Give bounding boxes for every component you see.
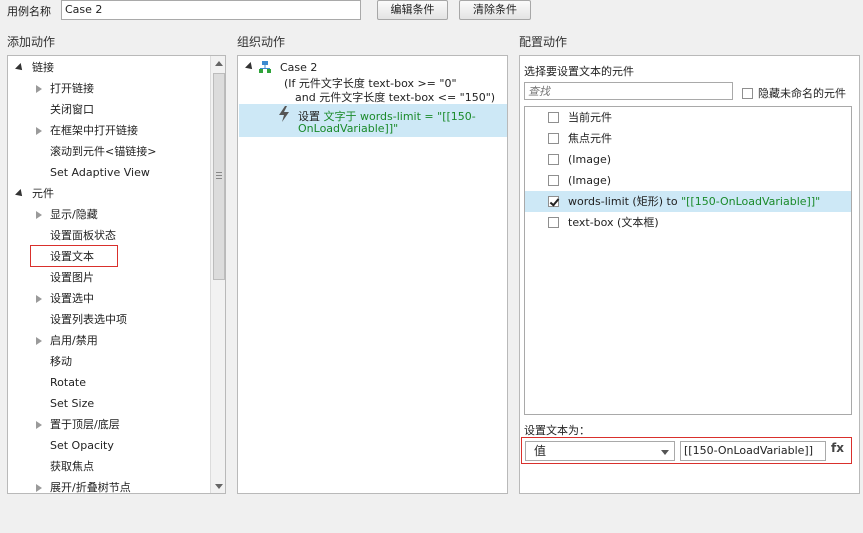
- expand-icon[interactable]: [36, 421, 42, 429]
- select-widget-label: 选择要设置文本的元件: [524, 65, 634, 78]
- widget-checkbox[interactable]: [548, 133, 559, 144]
- tree-item-label: 链接: [32, 61, 54, 74]
- widget-checkbox[interactable]: [548, 217, 559, 228]
- widget-row[interactable]: (Image): [525, 170, 851, 191]
- action-detail-line2: OnLoadVariable]]": [298, 122, 399, 135]
- selected-item-highlight: [30, 245, 118, 267]
- configure-action-title: 配置动作: [519, 35, 568, 49]
- configure-action-panel: 选择要设置文本的元件 隐藏未命名的元件 当前元件焦点元件 (Image) (Imag…: [519, 55, 860, 494]
- widget-label: (Image): [568, 174, 612, 187]
- widget-row[interactable]: 当前元件: [525, 107, 851, 128]
- widget-label: (Image): [568, 153, 612, 166]
- tree-item-label: 启用/禁用: [50, 334, 98, 347]
- organize-action-panel: Case 2 (If 元件文字长度 text-box >= "0" and 元件…: [237, 55, 508, 494]
- expand-icon[interactable]: [36, 337, 42, 345]
- tree-item-label: 关闭窗口: [50, 103, 94, 116]
- scroll-down-arrow-icon[interactable]: [215, 484, 223, 489]
- add-action-panel: 链接打开链接关闭窗口在框架中打开链接滚动到元件<锚链接> Set Adaptive…: [7, 55, 226, 494]
- case-condition-line2: and 元件文字长度 text-box <= "150"): [295, 91, 496, 104]
- case-name-input[interactable]: Case 2: [61, 0, 361, 20]
- value-type-text: 值: [534, 444, 547, 458]
- case-name-label: 用例名称: [7, 5, 51, 18]
- tree-item-label: Set Adaptive View: [50, 166, 150, 179]
- value-type-select[interactable]: 值: [525, 441, 675, 461]
- tree-item-label: 设置列表选中项: [50, 313, 127, 326]
- tree-item-label: 设置图片: [50, 271, 94, 284]
- edit-condition-button[interactable]: 编辑条件: [377, 0, 448, 20]
- widget-label: 焦点元件: [568, 132, 612, 145]
- scroll-up-arrow-icon[interactable]: [215, 61, 223, 66]
- clear-condition-button[interactable]: 清除条件: [459, 0, 531, 20]
- organize-action-title: 组织动作: [237, 35, 286, 49]
- widget-checkbox[interactable]: [548, 196, 559, 207]
- action-tree: 链接打开链接关闭窗口在框架中打开链接滚动到元件<锚链接> Set Adaptive…: [8, 56, 210, 493]
- expand-icon[interactable]: [36, 295, 42, 303]
- expand-icon[interactable]: [36, 85, 42, 93]
- widget-checkbox[interactable]: [548, 175, 559, 186]
- hide-unnamed-checkbox[interactable]: [742, 87, 753, 99]
- tree-item-label: 显示/隐藏: [50, 208, 98, 221]
- widget-label: text-box (文本框): [568, 216, 659, 229]
- widget-checkbox[interactable]: [548, 112, 559, 123]
- tree-item-label: 打开链接: [50, 82, 94, 95]
- widget-row[interactable]: words-limit (矩形) to "[[150-OnLoadVariabl…: [525, 191, 851, 212]
- case-icon: [258, 60, 272, 74]
- value-input[interactable]: [[150-OnLoadVariable]]: [680, 441, 826, 461]
- tree-item-label: 设置选中: [50, 292, 94, 305]
- widget-label: words-limit (矩形) to "[[150-OnLoadVariabl…: [568, 191, 820, 212]
- lightning-icon: [277, 106, 291, 122]
- add-action-title: 添加动作: [7, 35, 56, 49]
- tree-item-label: 获取焦点: [50, 460, 94, 473]
- tree-item-label: Rotate: [50, 376, 87, 389]
- widget-row[interactable]: (Image): [525, 149, 851, 170]
- tree-item-label: 滚动到元件<锚链接>: [50, 145, 157, 158]
- hide-unnamed-label: 隐藏未命名的元件: [758, 87, 846, 100]
- tree-item-label: Set Opacity: [50, 439, 114, 452]
- tree-item-label: 置于顶层/底层: [50, 418, 120, 431]
- widget-row[interactable]: text-box (文本框): [525, 212, 851, 233]
- widget-label-name: words-limit (矩形) to: [568, 195, 682, 208]
- set-text-label: 设置文本为：: [524, 424, 590, 437]
- widget-label-value: "[[150-OnLoadVariable]]": [681, 195, 821, 208]
- widget-label: 当前元件: [568, 111, 612, 124]
- case-expand-icon[interactable]: [245, 62, 255, 72]
- collapse-icon[interactable]: [15, 189, 25, 199]
- widget-search-input[interactable]: [524, 82, 733, 100]
- tree-item-label: 元件: [32, 187, 54, 200]
- grip-icon: [216, 172, 222, 173]
- chevron-down-icon: [661, 450, 669, 455]
- fx-button[interactable]: fx: [831, 441, 844, 455]
- case-title[interactable]: Case 2: [280, 61, 317, 74]
- tree-item-label: 设置面板状态: [50, 229, 116, 242]
- left-scrollbar[interactable]: [210, 56, 225, 493]
- expand-icon[interactable]: [36, 211, 42, 219]
- collapse-icon[interactable]: [15, 63, 25, 73]
- widget-checkbox[interactable]: [548, 154, 559, 165]
- scroll-thumb[interactable]: [213, 73, 225, 280]
- tree-item-label: 在框架中打开链接: [50, 124, 138, 137]
- expand-icon[interactable]: [36, 484, 42, 492]
- set-text-row: 值 [[150-OnLoadVariable]] fx: [521, 437, 852, 464]
- widget-row[interactable]: 焦点元件: [525, 128, 851, 149]
- selected-action-row[interactable]: 设置 文字于 words-limit = "[[150- OnLoadVaria…: [239, 104, 507, 137]
- tree-item-label: Set Size: [50, 397, 95, 410]
- tree-item-label: 移动: [50, 355, 72, 368]
- expand-icon[interactable]: [36, 127, 42, 135]
- tree-item-label: 展开/折叠树节点: [50, 481, 131, 494]
- widget-list: 当前元件焦点元件 (Image) (Image) words-limit (矩形) t…: [524, 106, 852, 415]
